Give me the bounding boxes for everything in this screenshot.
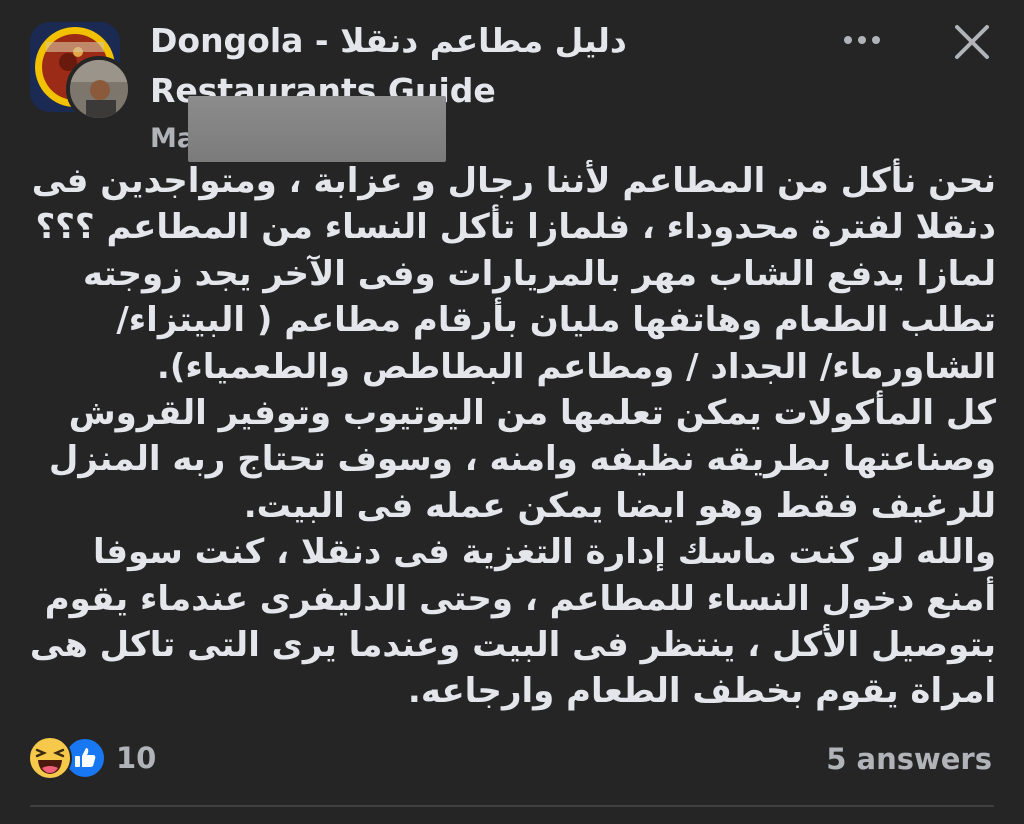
reactions-summary[interactable]: 10 — [28, 735, 156, 781]
divider — [30, 805, 994, 807]
user-avatar[interactable] — [66, 56, 132, 122]
more-options-button[interactable] — [838, 22, 886, 58]
redaction-block — [188, 96, 446, 162]
more-icon — [844, 36, 880, 44]
post-paragraph: والله لو كنت ماسك إدارة التغزية فى دنقلا… — [29, 532, 996, 712]
answers-link[interactable]: 5 answers — [826, 736, 992, 782]
post-paragraph: نحن نأكل من المطاعم لأننا رجال و عزابة ،… — [31, 161, 996, 248]
reaction-count: 10 — [116, 741, 157, 775]
close-icon — [955, 25, 989, 59]
close-button[interactable] — [948, 18, 996, 66]
post-text: نحن نأكل من المطاعم لأننا رجال و عزابة ،… — [24, 158, 996, 715]
post-paragraph: كل المأكولات يمكن تعلمها من اليوتيوب وتو… — [48, 393, 996, 526]
post-paragraph: لمازا يدفع الشاب مهر بالمريارات وفى الآخ… — [83, 253, 996, 387]
haha-reaction-icon — [28, 736, 72, 780]
post-card: Dongola - دليل مطاعم دنقلا Restaurants G… — [0, 0, 1024, 824]
